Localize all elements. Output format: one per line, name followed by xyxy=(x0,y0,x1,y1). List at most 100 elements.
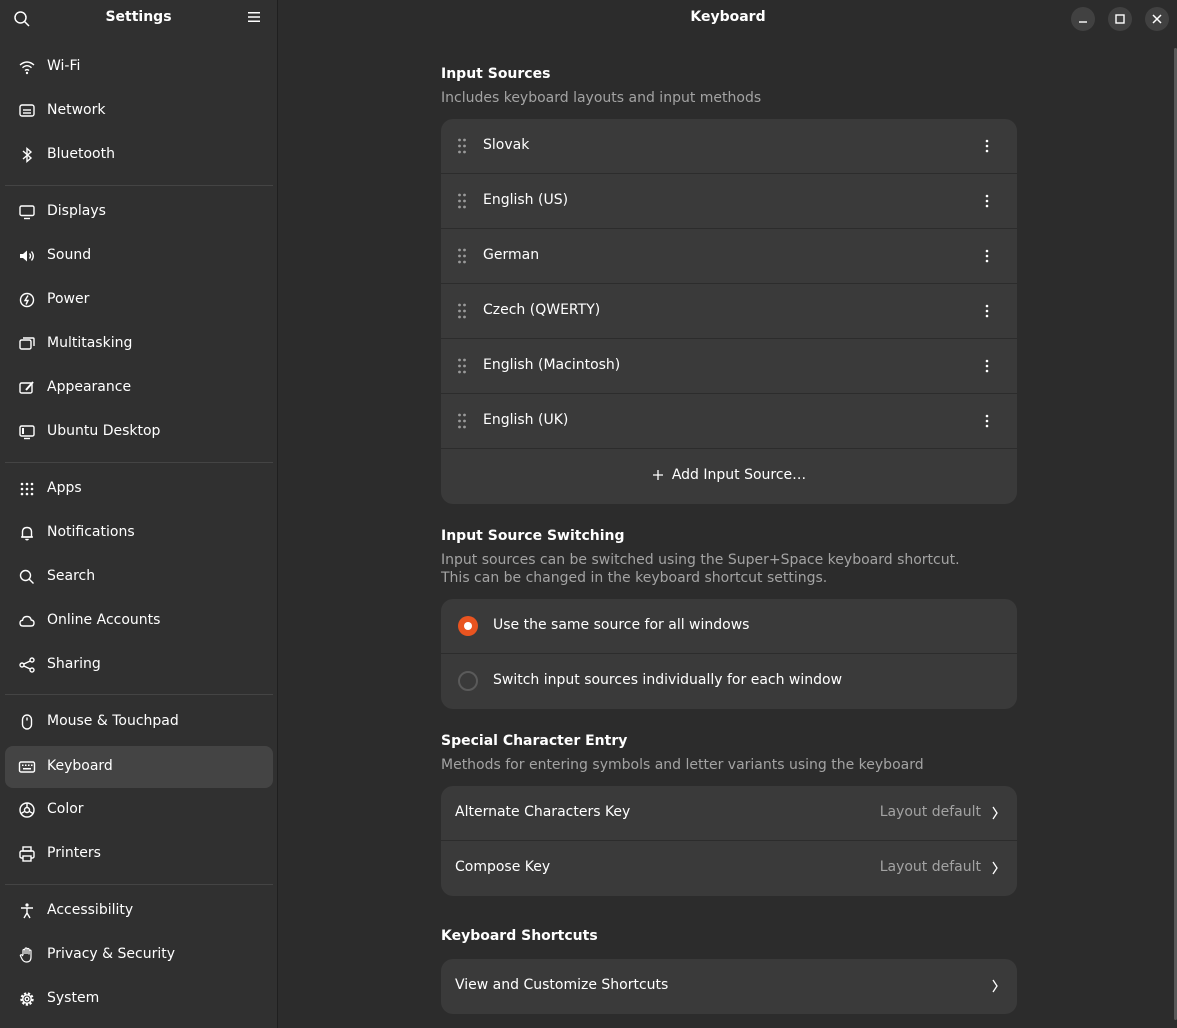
switch-option-same-source[interactable]: Use the same source for all windows xyxy=(441,599,1017,654)
sidebar-separator xyxy=(5,462,273,463)
input-source-row[interactable]: English (UK) xyxy=(441,394,1017,449)
sidebar-item-accessibility[interactable]: Accessibility xyxy=(5,890,273,932)
more-options-icon[interactable] xyxy=(985,249,989,263)
sidebar-item-label: Power xyxy=(47,291,90,307)
sidebar-item-printers[interactable]: Printers xyxy=(5,833,273,875)
more-options-icon[interactable] xyxy=(985,359,989,373)
input-sources-subtitle: Includes keyboard layouts and input meth… xyxy=(441,90,762,106)
view-customize-shortcuts-row[interactable]: View and Customize Shortcuts xyxy=(441,959,1017,1014)
sidebar-item-label: Printers xyxy=(47,845,101,861)
sidebar-item-sharing[interactable]: Sharing xyxy=(5,644,273,686)
sidebar-item-wifi[interactable]: Wi-Fi xyxy=(5,46,273,88)
network-icon xyxy=(19,104,35,117)
sidebar-item-displays[interactable]: Displays xyxy=(5,191,273,233)
input-source-label: German xyxy=(483,247,540,263)
sidebar-item-label: Sound xyxy=(47,247,92,263)
sidebar-item-online-accounts[interactable]: Online Accounts xyxy=(5,600,273,642)
sidebar-item-label: Keyboard xyxy=(47,758,113,774)
sidebar-item-ubuntu-desktop[interactable]: Ubuntu Desktop xyxy=(5,411,273,453)
sidebar-item-apps[interactable]: Apps xyxy=(5,468,273,510)
input-source-row[interactable]: Slovak xyxy=(441,119,1017,174)
more-options-icon[interactable] xyxy=(985,139,989,153)
special-char-list: Alternate Characters Key Layout default … xyxy=(441,786,1017,896)
row-label: View and Customize Shortcuts xyxy=(455,977,669,993)
sidebar-item-power[interactable]: Power xyxy=(5,279,273,321)
input-source-row[interactable]: German xyxy=(441,229,1017,284)
bell-icon xyxy=(21,526,33,541)
alternate-characters-key-row[interactable]: Alternate Characters Key Layout default xyxy=(441,786,1017,841)
sidebar-title: Settings xyxy=(105,9,172,25)
switching-title: Input Source Switching xyxy=(441,528,625,544)
sidebar-item-network[interactable]: Network xyxy=(5,90,273,132)
sidebar-item-bluetooth[interactable]: Bluetooth xyxy=(5,134,273,176)
sidebar-item-privacy-security[interactable]: Privacy & Security xyxy=(5,934,273,976)
speaker-icon xyxy=(20,250,34,262)
close-icon xyxy=(1152,14,1162,24)
sidebar-item-appearance[interactable]: Appearance xyxy=(5,367,273,409)
minimize-icon xyxy=(1079,21,1087,23)
drag-handle-icon[interactable] xyxy=(457,413,467,429)
sidebar-item-label: Multitasking xyxy=(47,335,133,351)
compose-key-row[interactable]: Compose Key Layout default xyxy=(441,841,1017,896)
more-options-icon[interactable] xyxy=(985,304,989,318)
input-sources-list: Slovak English (US) German Czech (QWERTY… xyxy=(441,119,1017,504)
drag-handle-icon[interactable] xyxy=(457,193,467,209)
multitasking-icon xyxy=(19,337,35,350)
search-icon xyxy=(19,569,34,584)
sidebar-item-label: Ubuntu Desktop xyxy=(47,423,161,439)
sidebar-separator xyxy=(5,694,273,695)
add-input-source-label: Add Input Source… xyxy=(671,467,807,483)
sidebar: Settings Wi-Fi Network Bluetooth Display… xyxy=(0,0,278,1028)
drag-handle-icon[interactable] xyxy=(457,303,467,319)
minimize-button[interactable] xyxy=(1071,7,1095,31)
hamburger-menu-icon[interactable] xyxy=(247,10,261,24)
sidebar-item-keyboard[interactable]: Keyboard xyxy=(5,746,273,788)
accessibility-icon xyxy=(21,903,33,919)
switch-option-label: Use the same source for all windows xyxy=(493,617,750,633)
sidebar-header: Settings xyxy=(0,0,277,36)
sidebar-item-label: System xyxy=(47,990,100,1006)
maximize-button[interactable] xyxy=(1108,7,1132,31)
sidebar-item-label: Privacy & Security xyxy=(47,946,175,962)
more-options-icon[interactable] xyxy=(985,414,989,428)
drag-handle-icon[interactable] xyxy=(457,248,467,264)
drag-handle-icon[interactable] xyxy=(457,358,467,374)
sidebar-item-label: Online Accounts xyxy=(47,612,161,628)
more-options-icon[interactable] xyxy=(985,194,989,208)
sidebar-item-label: Mouse & Touchpad xyxy=(47,713,179,729)
sidebar-item-label: Network xyxy=(47,102,106,118)
sidebar-item-sound[interactable]: Sound xyxy=(5,235,273,277)
sidebar-item-label: Notifications xyxy=(47,524,135,540)
radio-button[interactable] xyxy=(458,671,478,691)
add-input-source-button[interactable]: Add Input Source… xyxy=(441,449,1017,504)
row-value: Layout default xyxy=(879,804,981,820)
sidebar-item-label: Search xyxy=(47,568,96,584)
switch-option-individual[interactable]: Switch input sources individually for ea… xyxy=(441,654,1017,709)
drag-handle-icon[interactable] xyxy=(457,138,467,154)
close-button[interactable] xyxy=(1145,7,1169,31)
input-source-label: English (Macintosh) xyxy=(483,357,621,373)
chevron-right-icon xyxy=(992,979,998,993)
sidebar-separator xyxy=(5,884,273,885)
row-label: Alternate Characters Key xyxy=(455,804,631,820)
bluetooth-icon xyxy=(22,146,33,164)
shortcuts-title: Keyboard Shortcuts xyxy=(441,928,598,944)
special-char-subtitle: Methods for entering symbols and letter … xyxy=(441,757,924,773)
sidebar-item-search[interactable]: Search xyxy=(5,556,273,598)
input-source-row[interactable]: English (Macintosh) xyxy=(441,339,1017,394)
sidebar-item-mouse-touchpad[interactable]: Mouse & Touchpad xyxy=(5,701,273,743)
appearance-icon xyxy=(19,381,34,394)
radio-button-selected[interactable] xyxy=(458,616,478,636)
display-icon xyxy=(19,205,35,220)
input-source-row[interactable]: English (US) xyxy=(441,174,1017,229)
input-source-row[interactable]: Czech (QWERTY) xyxy=(441,284,1017,339)
sidebar-item-notifications[interactable]: Notifications xyxy=(5,512,273,554)
sidebar-item-label: Sharing xyxy=(47,656,101,672)
power-icon xyxy=(19,292,35,308)
add-input-source-content: Add Input Source… xyxy=(441,467,1017,483)
sidebar-item-system[interactable]: System xyxy=(5,978,273,1020)
switching-subtitle-1: Input sources can be switched using the … xyxy=(441,552,960,568)
row-value: Layout default xyxy=(879,859,981,875)
sidebar-item-color[interactable]: Color xyxy=(5,789,273,831)
sidebar-item-multitasking[interactable]: Multitasking xyxy=(5,323,273,365)
